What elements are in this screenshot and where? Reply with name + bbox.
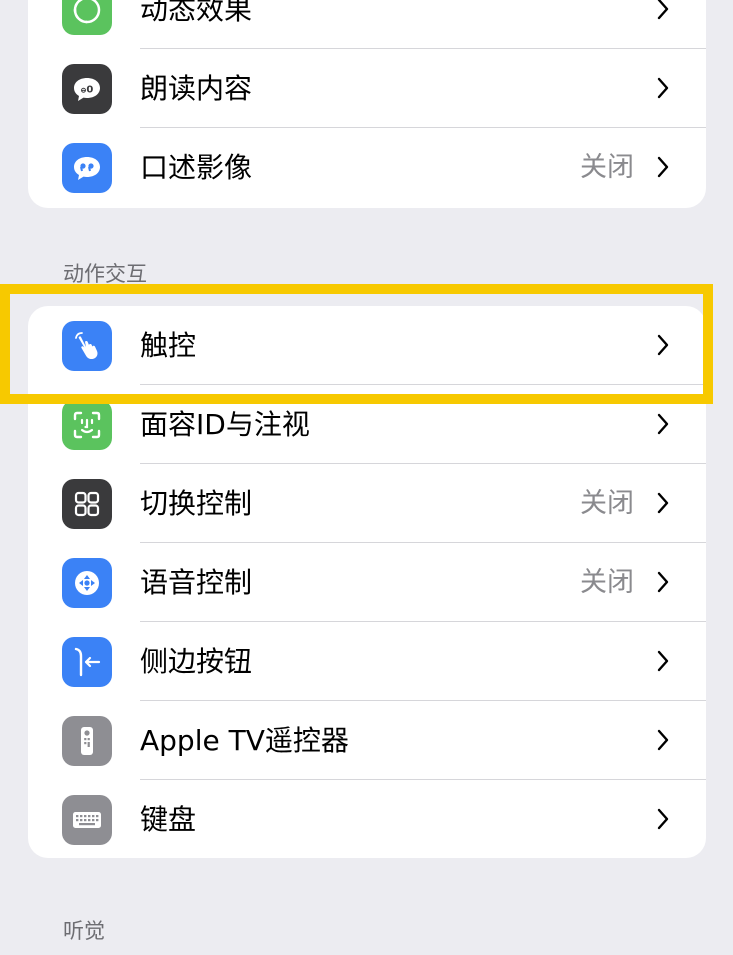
voice-control-icon [62, 558, 112, 608]
voice-control-label: 语音控制 [140, 566, 253, 599]
chevron-right-icon [657, 492, 669, 514]
chevron-right-icon [657, 650, 669, 672]
interaction-section-header: 动作交互 [63, 262, 147, 286]
audio-descriptions-row[interactable]: 口述影像 关闭 [28, 128, 706, 207]
motion-row[interactable]: 动态效果 [28, 0, 706, 49]
motion-icon [62, 0, 112, 35]
side-button-row[interactable]: 侧边按钮 [28, 622, 706, 701]
touch-label: 触控 [140, 329, 197, 362]
chevron-right-icon [657, 156, 669, 178]
switch-control-row[interactable]: 切换控制 关闭 [28, 464, 706, 543]
vision-settings-group: 动态效果 ဓ0 朗读内容 口述影像 关闭 [28, 0, 706, 208]
voice-control-value: 关闭 [580, 567, 634, 598]
chevron-right-icon [657, 729, 669, 751]
svg-text:ဓ0: ဓ0 [81, 85, 94, 96]
apple-tv-remote-icon [62, 716, 112, 766]
switch-control-value: 关闭 [580, 488, 634, 519]
keyboard-row[interactable]: 键盘 [28, 780, 706, 858]
audio-descriptions-label: 口述影像 [140, 151, 253, 184]
motion-label: 动态效果 [140, 0, 253, 26]
hearing-section-header: 听觉 [63, 919, 105, 943]
touch-row[interactable]: 触控 [28, 306, 706, 385]
switch-control-icon [62, 479, 112, 529]
apple-tv-remote-row[interactable]: Apple TV遥控器 [28, 701, 706, 780]
spoken-content-row[interactable]: ဓ0 朗读内容 [28, 49, 706, 128]
keyboard-icon [62, 795, 112, 845]
voice-control-row[interactable]: 语音控制 关闭 [28, 543, 706, 622]
spoken-content-icon: ဓ0 [62, 64, 112, 114]
interaction-settings-group: 触控 面容ID与注视 切换控制 关闭 语音控制 关闭 侧边按钮 Apple TV… [28, 306, 706, 858]
chevron-right-icon [657, 413, 669, 435]
chevron-right-icon [657, 77, 669, 99]
face-id-icon [62, 400, 112, 450]
audio-descriptions-icon [62, 143, 112, 193]
face-id-row[interactable]: 面容ID与注视 [28, 385, 706, 464]
apple-tv-remote-label: Apple TV遥控器 [140, 724, 349, 757]
side-button-label: 侧边按钮 [140, 645, 253, 678]
side-button-icon [62, 637, 112, 687]
face-id-label: 面容ID与注视 [140, 408, 310, 441]
audio-descriptions-value: 关闭 [580, 152, 634, 183]
touch-icon [62, 321, 112, 371]
chevron-right-icon [657, 808, 669, 830]
chevron-right-icon [657, 571, 669, 593]
switch-control-label: 切换控制 [140, 487, 253, 520]
spoken-content-label: 朗读内容 [140, 72, 253, 105]
chevron-right-icon [657, 334, 669, 356]
keyboard-label: 键盘 [140, 803, 197, 836]
chevron-right-icon [657, 0, 669, 20]
